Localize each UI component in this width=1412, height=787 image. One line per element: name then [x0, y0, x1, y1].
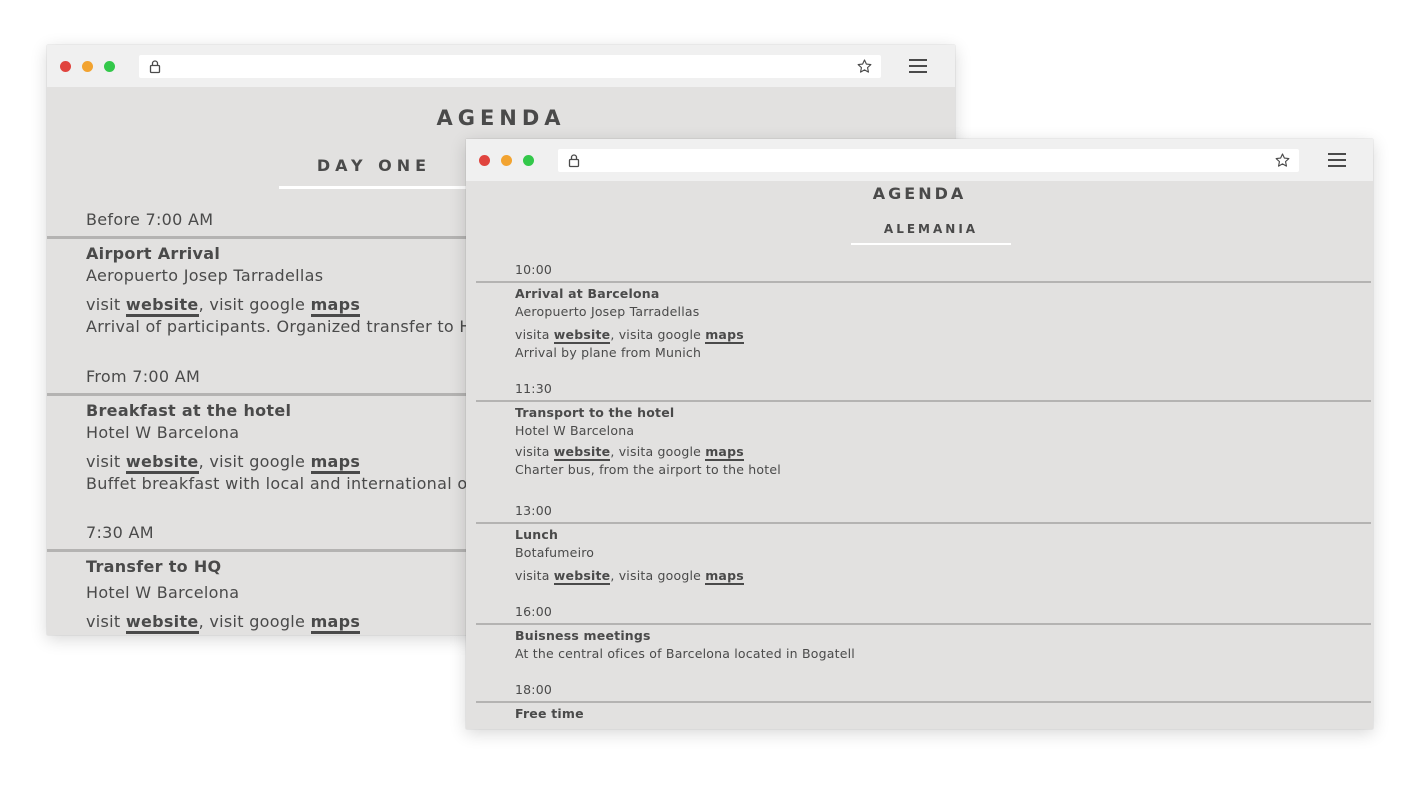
website-link[interactable]: website — [553, 568, 611, 585]
agenda-title: Free time — [515, 706, 584, 721]
agenda-time: 13:00 — [515, 503, 553, 518]
maps-link[interactable]: maps — [310, 295, 361, 317]
agenda-venue: Hotel W Barcelona — [86, 423, 240, 442]
maps-link[interactable]: maps — [705, 444, 744, 461]
agenda-time: 18:00 — [515, 682, 553, 697]
agenda-venue: Aeropuerto Josep Tarradellas — [86, 266, 324, 285]
bookmark-star-icon[interactable] — [856, 58, 873, 75]
divider — [476, 400, 1371, 402]
browser-toolbar — [466, 139, 1373, 181]
agenda-title: Transport to the hotel — [515, 405, 675, 420]
agenda-title: Arrival at Barcelona — [515, 286, 660, 301]
links-separator: , visita google — [610, 568, 706, 583]
minimize-window-button[interactable] — [501, 155, 512, 166]
divider — [476, 281, 1371, 283]
hamburger-menu-icon[interactable] — [1328, 153, 1346, 167]
agenda-title: Transfer to HQ — [86, 557, 222, 576]
links-prefix: visit — [86, 452, 126, 471]
website-link[interactable]: website — [125, 452, 199, 474]
maps-link[interactable]: maps — [705, 327, 744, 344]
agenda-title: Buisness meetings — [515, 628, 651, 643]
links-separator: , visit google — [198, 452, 311, 471]
agenda-links: visit website, visit google maps — [86, 612, 361, 634]
links-prefix: visita — [515, 327, 554, 342]
maps-link[interactable]: maps — [310, 612, 361, 634]
agenda-venue: At the central ofices of Barcelona locat… — [515, 646, 855, 661]
maximize-window-button[interactable] — [523, 155, 534, 166]
agenda-links: visita website, visita google maps — [515, 327, 744, 344]
lock-icon — [568, 154, 580, 168]
agenda-venue: Hotel W Barcelona — [515, 423, 635, 438]
agenda-description: Buffet breakfast with local and internat… — [86, 474, 485, 493]
agenda-venue: Aeropuerto Josep Tarradellas — [515, 304, 700, 319]
agenda-links: visit website, visit google maps — [86, 452, 361, 474]
agenda-time: 7:30 AM — [86, 523, 154, 542]
day-heading-underline — [279, 186, 469, 189]
agenda-time: 11:30 — [515, 381, 553, 396]
bookmark-star-icon[interactable] — [1274, 152, 1291, 169]
links-separator: , visita google — [610, 327, 706, 342]
website-link[interactable]: website — [125, 612, 199, 634]
website-link[interactable]: website — [125, 295, 199, 317]
links-separator: , visit google — [198, 612, 311, 631]
agenda-description: Arrival by plane from Munich — [515, 345, 702, 360]
address-bar[interactable] — [139, 55, 881, 78]
close-window-button[interactable] — [479, 155, 490, 166]
country-heading-underline — [851, 243, 1011, 245]
page-title: AGENDA — [436, 106, 566, 130]
divider — [476, 522, 1371, 524]
links-prefix: visit — [86, 295, 126, 314]
country-heading: ALEMANIA — [883, 222, 979, 236]
lock-icon — [149, 60, 161, 74]
agenda-time: Before 7:00 AM — [86, 210, 214, 229]
maps-link[interactable]: maps — [705, 568, 744, 585]
links-separator: , visita google — [610, 444, 706, 459]
agenda-links: visita website, visita google maps — [515, 444, 744, 461]
browser-window-front: AGENDA ALEMANIA 10:00 Arrival at Barcelo… — [466, 139, 1373, 729]
website-link[interactable]: website — [553, 444, 611, 461]
website-link[interactable]: website — [553, 327, 611, 344]
agenda-description: Charter bus, from the airport to the hot… — [515, 462, 781, 477]
agenda-links: visita website, visita google maps — [515, 568, 744, 585]
agenda-title: Lunch — [515, 527, 559, 542]
divider — [476, 701, 1371, 703]
links-prefix: visita — [515, 444, 554, 459]
hamburger-menu-icon[interactable] — [909, 59, 927, 73]
divider — [476, 623, 1371, 625]
page-content: AGENDA ALEMANIA 10:00 Arrival at Barcelo… — [466, 181, 1373, 729]
close-window-button[interactable] — [60, 61, 71, 72]
agenda-title: Airport Arrival — [86, 244, 221, 263]
agenda-venue: Botafumeiro — [515, 545, 595, 560]
minimize-window-button[interactable] — [82, 61, 93, 72]
maximize-window-button[interactable] — [104, 61, 115, 72]
maps-link[interactable]: maps — [310, 452, 361, 474]
links-prefix: visita — [515, 568, 554, 583]
agenda-links: visit website, visit google maps — [86, 295, 361, 317]
links-separator: , visit google — [198, 295, 311, 314]
page-title: AGENDA — [872, 184, 967, 203]
agenda-title: Breakfast at the hotel — [86, 401, 292, 420]
agenda-time: From 7:00 AM — [86, 367, 201, 386]
agenda-venue: Hotel W Barcelona — [86, 583, 240, 602]
day-heading: DAY ONE — [316, 156, 432, 175]
address-bar[interactable] — [558, 149, 1299, 172]
agenda-time: 16:00 — [515, 604, 553, 619]
agenda-description: Arrival of participants. Organized trans… — [86, 317, 482, 336]
agenda-time: 10:00 — [515, 262, 553, 277]
links-prefix: visit — [86, 612, 126, 631]
browser-toolbar — [47, 45, 955, 87]
